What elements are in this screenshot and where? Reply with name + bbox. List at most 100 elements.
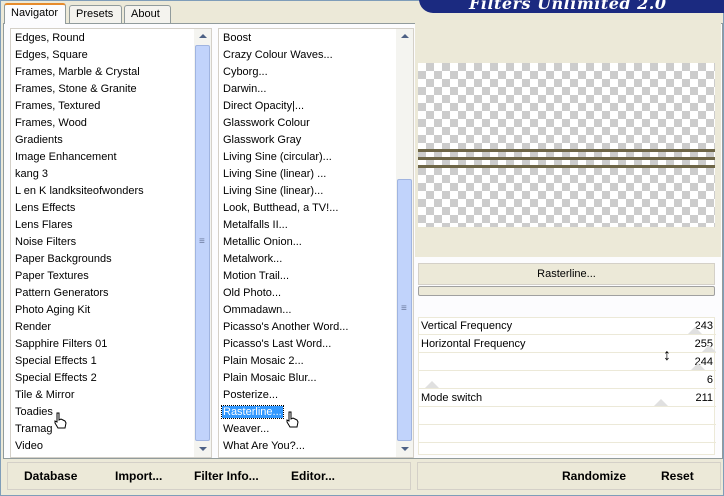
banner-title: Filters Unlimited 2.0 xyxy=(469,0,667,13)
category-scrollbar[interactable] xyxy=(194,29,211,457)
slider-label: Horizontal Frequency xyxy=(421,338,526,350)
slider-thumb[interactable] xyxy=(425,381,439,388)
category-item[interactable]: Edges, Square xyxy=(11,47,195,64)
filter-item-label: Ommadawn... xyxy=(223,304,292,316)
hand-cursor-icon xyxy=(286,411,299,428)
slider-thumb[interactable] xyxy=(702,345,716,352)
filter-scroll-thumb[interactable] xyxy=(397,179,412,441)
filter-name-label: Rasterline... xyxy=(418,263,715,285)
slider-row[interactable]: Mode switch 211 xyxy=(419,390,716,407)
filter-item[interactable]: Picasso's Last Word... xyxy=(219,336,397,353)
category-item[interactable]: Frames, Wood xyxy=(11,115,195,132)
category-item-label: Noise Filters xyxy=(15,236,77,248)
category-item-label: Sapphire Filters 01 xyxy=(15,338,108,350)
category-item[interactable]: Video xyxy=(11,438,195,455)
category-item[interactable]: Paper Backgrounds xyxy=(11,251,195,268)
filter-item[interactable]: Ommadawn... xyxy=(219,302,397,319)
filter-item-label: Cyborg... xyxy=(223,66,268,78)
category-item[interactable]: Lens Effects xyxy=(11,200,195,217)
filter-item-label: Weaver... xyxy=(223,423,270,435)
filter-item[interactable]: Old Photo... xyxy=(219,285,397,302)
filter-item[interactable]: What Are You?... xyxy=(219,438,397,455)
filter-item[interactable]: Cyborg... xyxy=(219,64,397,81)
category-list[interactable]: Edges, Round Edges, Square Frames, Marble … xyxy=(10,28,212,458)
reset-button[interactable]: Reset xyxy=(661,469,694,483)
category-item-label: Render xyxy=(15,321,52,333)
category-item[interactable]: Render xyxy=(11,319,195,336)
category-item[interactable]: Special Effects 1 xyxy=(11,353,195,370)
slider-row[interactable]: Vertical Frequency 243 xyxy=(419,318,716,335)
filter-item[interactable]: Living Sine (linear) ... xyxy=(219,166,397,183)
filter-item[interactable]: Direct Opacity|... xyxy=(219,98,397,115)
category-item[interactable]: Paper Textures xyxy=(11,268,195,285)
filter-item[interactable]: Plain Mosaic 2... xyxy=(219,353,397,370)
category-item[interactable]: Frames, Stone & Granite xyxy=(11,81,195,98)
category-item[interactable]: Toadies xyxy=(11,404,195,421)
filter-list[interactable]: Boost Crazy Colour Waves... Cyborg... Darwi… xyxy=(218,28,414,458)
filter-item[interactable]: Rasterline... xyxy=(219,404,397,421)
category-item[interactable]: Sapphire Filters 01 xyxy=(11,336,195,353)
category-item[interactable]: Gradients xyxy=(11,132,195,149)
filter-item[interactable]: Boost xyxy=(219,30,397,47)
slider-thumb[interactable] xyxy=(654,399,668,406)
scroll-up-arrow-icon[interactable] xyxy=(194,30,211,44)
import-button[interactable]: Import... xyxy=(115,469,162,483)
filter-item-label: Metalfalls II... xyxy=(223,219,288,231)
filter-item[interactable]: Metalfalls II... xyxy=(219,217,397,234)
filter-item[interactable]: Weaver... xyxy=(219,421,397,438)
category-scroll-thumb[interactable] xyxy=(195,45,210,441)
category-item[interactable]: Noise Filters xyxy=(11,234,195,251)
filter-item[interactable]: Darwin... xyxy=(219,81,397,98)
category-item-label: Frames, Stone & Granite xyxy=(15,83,137,95)
category-item[interactable]: Photo Aging Kit xyxy=(11,302,195,319)
filter-item[interactable]: Crazy Colour Waves... xyxy=(219,47,397,64)
category-item[interactable]: Pattern Generators xyxy=(11,285,195,302)
filter-item-label: Living Sine (circular)... xyxy=(223,151,332,163)
category-item[interactable]: Lens Flares xyxy=(11,217,195,234)
category-item[interactable]: Image Enhancement xyxy=(11,149,195,166)
slider-thumb[interactable] xyxy=(688,327,702,334)
filter-info-button[interactable]: Filter Info... xyxy=(194,469,259,483)
category-item-label: Gradients xyxy=(15,134,63,146)
filter-item-label: Direct Opacity|... xyxy=(223,100,305,112)
category-item[interactable]: Frames, Marble & Crystal xyxy=(11,64,195,81)
filter-item[interactable]: Picasso's Another Word... xyxy=(219,319,397,336)
category-item[interactable]: kang 3 xyxy=(11,166,195,183)
filter-item[interactable]: Motion Trail... xyxy=(219,268,397,285)
scroll-down-arrow-icon[interactable] xyxy=(396,442,413,456)
slider-row[interactable] xyxy=(419,408,716,425)
slider-row[interactable] xyxy=(419,426,716,443)
scroll-down-arrow-icon[interactable] xyxy=(194,442,211,456)
tab-presets[interactable]: Presets xyxy=(69,5,122,23)
filter-item[interactable]: Posterize... xyxy=(219,387,397,404)
slider-thumb[interactable] xyxy=(691,363,705,370)
preview-raster-line xyxy=(418,149,715,152)
category-item[interactable]: Special Effects 2 xyxy=(11,370,195,387)
filter-item[interactable]: Metalwork... xyxy=(219,251,397,268)
filter-controls: Vertical Frequency 243 Horizontal Frequenc… xyxy=(418,317,716,455)
category-item[interactable]: Frames, Textured xyxy=(11,98,195,115)
slider-row[interactable]: 6 xyxy=(419,372,716,389)
category-item[interactable]: L en K landksiteofwonders xyxy=(11,183,195,200)
filter-item[interactable]: Plain Mosaic Blur... xyxy=(219,370,397,387)
filter-item-label: Darwin... xyxy=(223,83,267,95)
category-item-label: Video xyxy=(15,440,43,452)
filter-item-label: Plain Mosaic Blur... xyxy=(223,372,317,384)
category-item[interactable]: Tramag xyxy=(11,421,195,438)
filter-item[interactable]: Glasswork Gray xyxy=(219,132,397,149)
filter-item[interactable]: Metallic Onion... xyxy=(219,234,397,251)
filter-preview xyxy=(418,63,715,227)
filter-item[interactable]: Glasswork Colour xyxy=(219,115,397,132)
category-item[interactable]: Edges, Round xyxy=(11,30,195,47)
editor-button[interactable]: Editor... xyxy=(291,469,335,483)
filter-item[interactable]: Look, Butthead, a TV!... xyxy=(219,200,397,217)
filter-item[interactable]: Living Sine (linear)... xyxy=(219,183,397,200)
filter-item[interactable]: Living Sine (circular)... xyxy=(219,149,397,166)
tab-navigator[interactable]: Navigator xyxy=(4,3,66,24)
scroll-up-arrow-icon[interactable] xyxy=(396,30,413,44)
database-button[interactable]: Database xyxy=(24,469,77,483)
filter-scrollbar[interactable] xyxy=(396,29,413,457)
randomize-button[interactable]: Randomize xyxy=(562,469,626,483)
category-item[interactable]: Tile & Mirror xyxy=(11,387,195,404)
tab-about[interactable]: About xyxy=(124,5,171,23)
